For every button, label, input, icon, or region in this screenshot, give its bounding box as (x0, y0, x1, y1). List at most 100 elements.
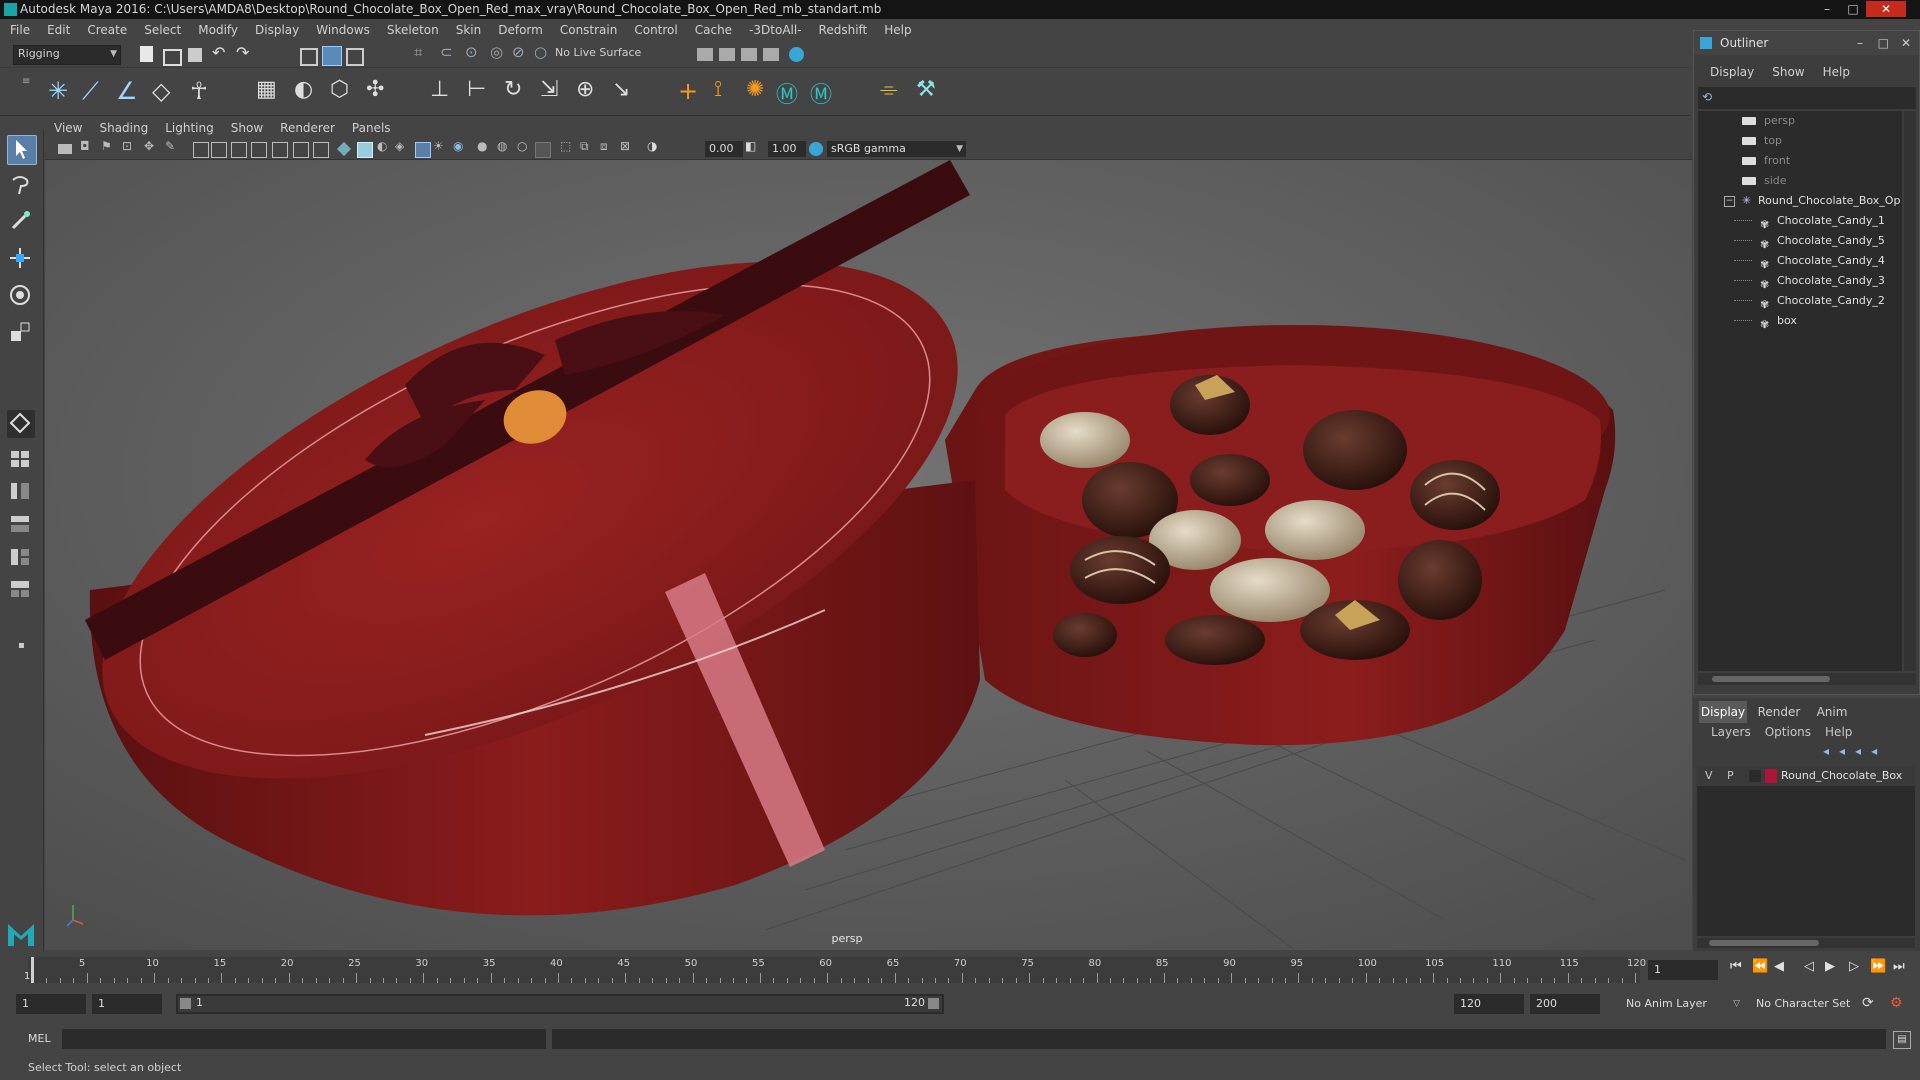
xray-icon[interactable]: ⧉ (580, 139, 594, 153)
camera-attr-icon[interactable]: ◘ (80, 139, 94, 153)
gamma-icon[interactable]: ◧ (745, 139, 759, 153)
menu-skin[interactable]: Skin (456, 23, 482, 37)
play-forward-button[interactable]: ▶ (1825, 959, 1835, 974)
graph-layout-icon[interactable] (7, 546, 35, 568)
tab-display[interactable]: Display (1699, 701, 1747, 723)
menu-select[interactable]: Select (144, 23, 181, 37)
menu-windows[interactable]: Windows (316, 23, 370, 37)
command-input[interactable] (62, 1029, 546, 1049)
layer-menu-help[interactable]: Help (1825, 725, 1852, 739)
outliner-menu-display[interactable]: Display (1710, 65, 1754, 83)
menu-create[interactable]: Create (87, 23, 127, 37)
grid-toggle-icon[interactable] (193, 142, 209, 158)
vp-menu-view[interactable]: View (54, 121, 82, 135)
range-slider-bar[interactable] (178, 996, 942, 1012)
maya-m2-icon[interactable]: Ⓜ (810, 77, 838, 108)
tab-render[interactable]: Render (1753, 701, 1805, 723)
gate-mask-icon[interactable] (251, 142, 267, 158)
vp-menu-show[interactable]: Show (231, 121, 263, 135)
tab-anim[interactable]: Anim (1809, 701, 1855, 723)
layer-visibility-toggle[interactable]: V (1705, 769, 1713, 782)
step-forward-frame-button[interactable]: ▷ (1849, 959, 1859, 974)
pole-vector-icon[interactable]: ↘ (612, 77, 640, 105)
current-time-indicator[interactable] (31, 957, 34, 983)
hypershade-icon[interactable] (789, 47, 804, 62)
range-start-handle[interactable] (180, 998, 191, 1009)
live-surface-field[interactable]: No Live Surface (551, 45, 660, 63)
lattice-icon[interactable]: ⬡ (330, 77, 358, 105)
cluster-icon[interactable]: ✣ (366, 77, 394, 105)
outliner-close-button[interactable]: ✕ (1901, 31, 1911, 55)
go-to-end-button[interactable]: ⏭ (1893, 959, 1905, 974)
mirror-joint-icon[interactable]: ◇ (152, 77, 180, 105)
lasso-tool-icon[interactable] (7, 172, 35, 200)
filter-icon[interactable]: ⟲ (1702, 90, 1712, 104)
screen-space-ao-icon[interactable]: ● (477, 139, 491, 153)
wireframe-on-shaded-icon[interactable]: ◈ (395, 139, 409, 153)
playback-end-field[interactable]: 120 (1454, 994, 1524, 1014)
snap-surface-icon[interactable]: ⊘ (512, 43, 529, 61)
image-plane-icon[interactable]: ⊡ (122, 139, 136, 153)
add-attr-icon[interactable]: + (678, 77, 706, 105)
outliner-item-chocolate-candy-1[interactable]: ✾ Chocolate_Candy_1 (1698, 211, 1902, 231)
script-tool-icon[interactable]: ⌯ (880, 77, 908, 105)
end-time-field[interactable]: 200 (1530, 994, 1600, 1014)
outliner-minimize-button[interactable]: – (1857, 31, 1863, 55)
step-forward-key-button[interactable]: ⏩ (1870, 959, 1886, 974)
play-back-button[interactable]: ◁ (1804, 959, 1814, 974)
anim-prefs-icon[interactable]: ⚙ (1890, 995, 1903, 1011)
safe-action-icon[interactable] (293, 142, 309, 158)
render-sequence-icon[interactable] (719, 48, 735, 61)
menu-skeleton[interactable]: Skeleton (387, 23, 439, 37)
outliner-item-front[interactable]: front (1698, 151, 1902, 171)
menuset-dropdown[interactable]: Rigging ▼ (13, 45, 121, 65)
menu-deform[interactable]: Deform (498, 23, 543, 37)
color-management-icon[interactable] (809, 142, 823, 156)
maya-m-icon[interactable]: Ⓜ (776, 77, 804, 108)
paint-select-icon[interactable] (7, 208, 35, 236)
scale-constraint-icon[interactable]: ⇲ (540, 77, 568, 105)
outliner-item-chocolate-candy-3[interactable]: ✾ Chocolate_Candy_3 (1698, 271, 1902, 291)
auto-key-icon[interactable]: ⟳ (1862, 995, 1874, 1011)
2d-pan-icon[interactable]: ✥ (144, 139, 158, 153)
snap-grid-icon[interactable]: ⌗ (414, 43, 431, 61)
ik-handle-icon[interactable]: ⟋ (82, 77, 110, 105)
outliner-vertical-scrollbar[interactable] (1904, 111, 1916, 671)
exposure-field[interactable]: 0.00 (705, 141, 743, 157)
outliner-maximize-button[interactable]: □ (1878, 31, 1889, 55)
two-pane-layout-icon[interactable] (7, 480, 35, 502)
paint-weights-icon[interactable]: ◐ (294, 77, 322, 105)
color-space-dropdown[interactable]: sRGB gamma ▼ (827, 141, 966, 157)
camera-select-icon[interactable] (58, 144, 72, 154)
undo-icon[interactable]: ↶ (212, 43, 229, 62)
isolate-select-icon[interactable]: ⬚ (560, 139, 574, 153)
set-driven-key-icon[interactable]: ⟟ (714, 77, 742, 105)
render-settings-icon[interactable] (763, 48, 779, 61)
range-end-handle[interactable] (928, 998, 939, 1009)
safe-title-icon[interactable] (313, 142, 329, 158)
orient-constraint-icon[interactable]: ↻ (504, 77, 532, 105)
layer-action-icons[interactable]: ◂◂◂◂ (1823, 744, 1887, 758)
menu-control[interactable]: Control (634, 23, 677, 37)
layer-horizontal-scrollbar[interactable] (1697, 938, 1915, 948)
layer-menu-layers[interactable]: Layers (1711, 725, 1751, 739)
soft-select-icon[interactable] (7, 410, 35, 438)
layer-type-toggle[interactable] (1749, 770, 1761, 782)
aim-constraint-icon[interactable]: ⊢ (467, 77, 495, 105)
bind-skin-icon[interactable]: ▦ (256, 77, 284, 105)
menu-file[interactable]: File (10, 23, 30, 37)
character-set-icon[interactable]: ✺ (746, 77, 774, 105)
xray-components-icon[interactable]: ⊠ (620, 139, 634, 153)
anim-layer-dropdown[interactable]: No Anim Layer ▽ (1620, 994, 1744, 1014)
outliner-item-chocolate-candy-4[interactable]: ✾ Chocolate_Candy_4 (1698, 251, 1902, 271)
use-all-lights-icon[interactable]: ☀ (433, 139, 447, 153)
layer-row[interactable]: V P Round_Chocolate_Box (1697, 766, 1915, 786)
hypershade-layout-icon[interactable] (7, 578, 35, 600)
default-material-icon[interactable]: ◐ (377, 139, 391, 153)
select-tool-icon[interactable] (7, 135, 37, 165)
start-time-field[interactable]: 1 (16, 994, 86, 1014)
step-back-frame-button[interactable]: ◀ (1774, 959, 1784, 974)
snap-point-icon[interactable]: ⊙ (465, 43, 482, 61)
wireframe-icon[interactable] (336, 141, 352, 157)
close-button[interactable]: ✕ (1866, 1, 1906, 17)
